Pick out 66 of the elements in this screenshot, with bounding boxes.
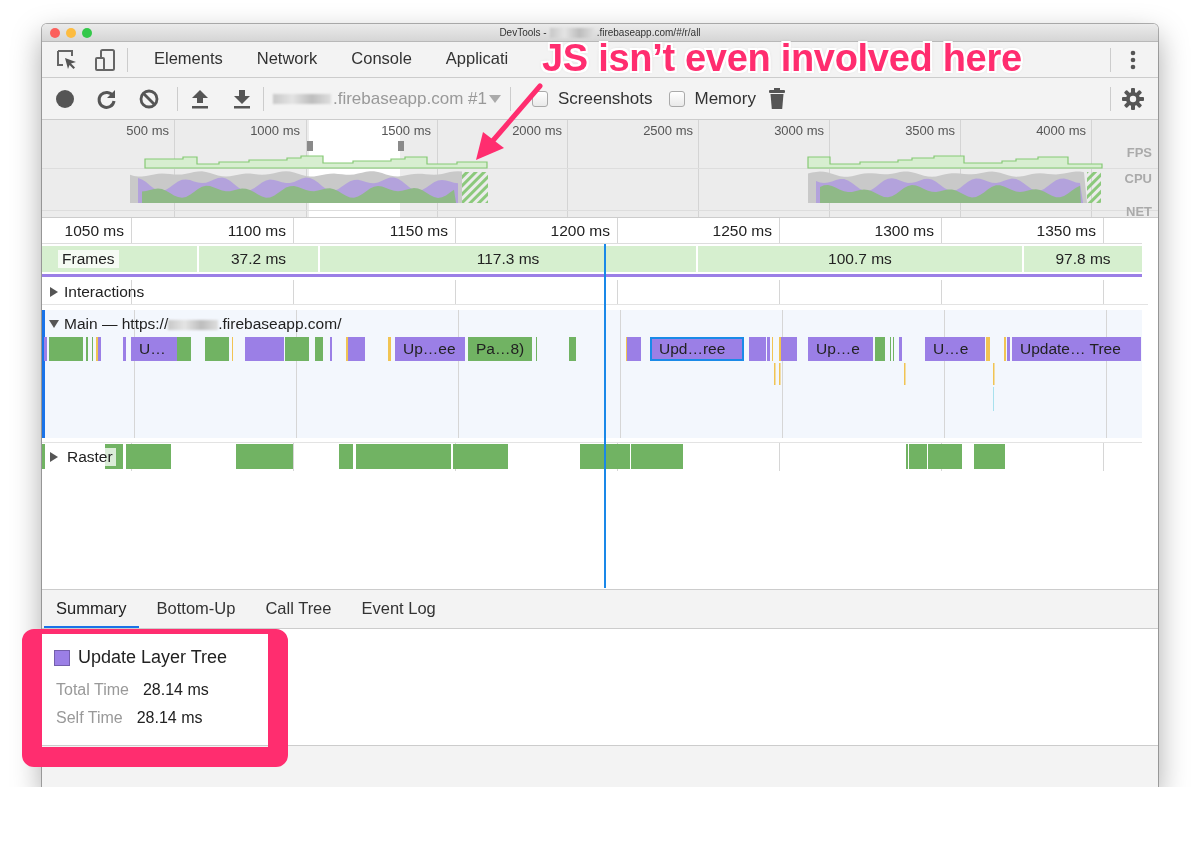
event-block[interactable]: Up…e xyxy=(808,337,873,361)
download-icon[interactable] xyxy=(231,87,253,110)
lane-label: FPS xyxy=(1126,146,1152,159)
frame-bar: 37.2 ms xyxy=(199,246,318,272)
time-tick-label: 500 ms xyxy=(126,122,169,138)
time-tick-label: 3500 ms xyxy=(905,122,955,138)
time-tick-label: 2500 ms xyxy=(643,122,693,138)
frame-bar: 117.3 ms xyxy=(320,246,696,272)
time-tick-label: 3000 ms xyxy=(774,122,824,138)
panel-tab[interactable]: Network xyxy=(239,41,335,78)
settings-icon[interactable] xyxy=(1122,87,1144,110)
trash-icon[interactable] xyxy=(767,87,786,110)
time-tick-label: 1000 ms xyxy=(250,122,300,138)
panel-tab[interactable]: Applicati xyxy=(428,41,526,78)
record-icon[interactable] xyxy=(54,87,76,110)
checkbox-label[interactable]: Memory xyxy=(694,88,756,109)
field-label: Total Time xyxy=(56,681,129,699)
collapse-triangle-icon[interactable] xyxy=(48,318,60,330)
dropdown-caret-icon xyxy=(489,93,501,104)
event-title: Update Layer Tree xyxy=(78,647,228,668)
lane-label: CPU xyxy=(1124,172,1152,185)
time-tick-label: 2000 ms xyxy=(512,122,562,138)
time-tick-label: 1350 ms xyxy=(1036,221,1096,239)
panel-tab[interactable]: Elements xyxy=(137,41,240,78)
panel-tab[interactable]: Summary xyxy=(44,590,139,628)
field-value: 28.14 ms xyxy=(142,681,209,699)
time-tick-label: 1100 ms xyxy=(227,221,286,239)
field-value: 28.14 ms xyxy=(136,709,203,727)
time-tick-label: 1050 ms xyxy=(64,221,124,239)
clear-icon[interactable] xyxy=(138,87,160,110)
lane-label: NET xyxy=(1126,205,1152,218)
panel-tab[interactable]: Event Log xyxy=(349,590,448,628)
event-block[interactable]: Up…ee xyxy=(395,337,465,361)
track-label: Main — https:// .firebaseapp.com/ xyxy=(64,315,342,333)
checkbox[interactable] xyxy=(668,90,685,107)
event-block[interactable]: Update… Tree xyxy=(1012,337,1141,361)
checkbox-label[interactable]: Screenshots xyxy=(558,88,653,109)
event-block[interactable]: Upd…ree xyxy=(650,337,744,361)
redacted-text-mark xyxy=(168,319,219,330)
expand-triangle-icon[interactable] xyxy=(48,451,60,463)
event-block[interactable]: U…e xyxy=(925,337,985,361)
upload-icon[interactable] xyxy=(189,87,211,110)
panel-tab[interactable]: Bottom-Up xyxy=(144,590,248,628)
redacted-text-mark xyxy=(549,27,594,38)
time-tick-label: 1500 ms xyxy=(381,122,431,138)
more-options-icon[interactable] xyxy=(1130,48,1136,71)
time-tick-label: 1250 ms xyxy=(712,221,772,239)
frame-bar: 97.8 ms xyxy=(1024,246,1142,272)
frame-bar: 100.7 ms xyxy=(698,246,1022,272)
device-toolbar-icon[interactable] xyxy=(93,47,117,72)
time-tick-label: 4000 ms xyxy=(1036,122,1086,138)
event-block[interactable]: U… xyxy=(131,337,177,361)
track-label: Frames xyxy=(58,250,119,268)
window-title: DevTools - xyxy=(499,27,547,38)
panel-tab[interactable]: Console xyxy=(334,41,429,78)
expand-triangle-icon[interactable] xyxy=(48,286,60,298)
time-tick-label: 1200 ms xyxy=(550,221,610,239)
annotation-headline: JS isn’t even involved here xyxy=(542,37,1022,80)
redacted-text-mark xyxy=(273,93,331,104)
time-tick-label: 1300 ms xyxy=(874,221,934,239)
track-label: Interactions xyxy=(64,283,145,301)
event-block[interactable]: Pa…8) xyxy=(468,337,532,361)
field-label: Self Time xyxy=(56,709,123,727)
window-title: .firebaseapp.com/#/r/all xyxy=(596,27,701,38)
time-tick-label: 1150 ms xyxy=(389,221,448,239)
panel-tab[interactable]: Call Tree xyxy=(253,590,344,628)
